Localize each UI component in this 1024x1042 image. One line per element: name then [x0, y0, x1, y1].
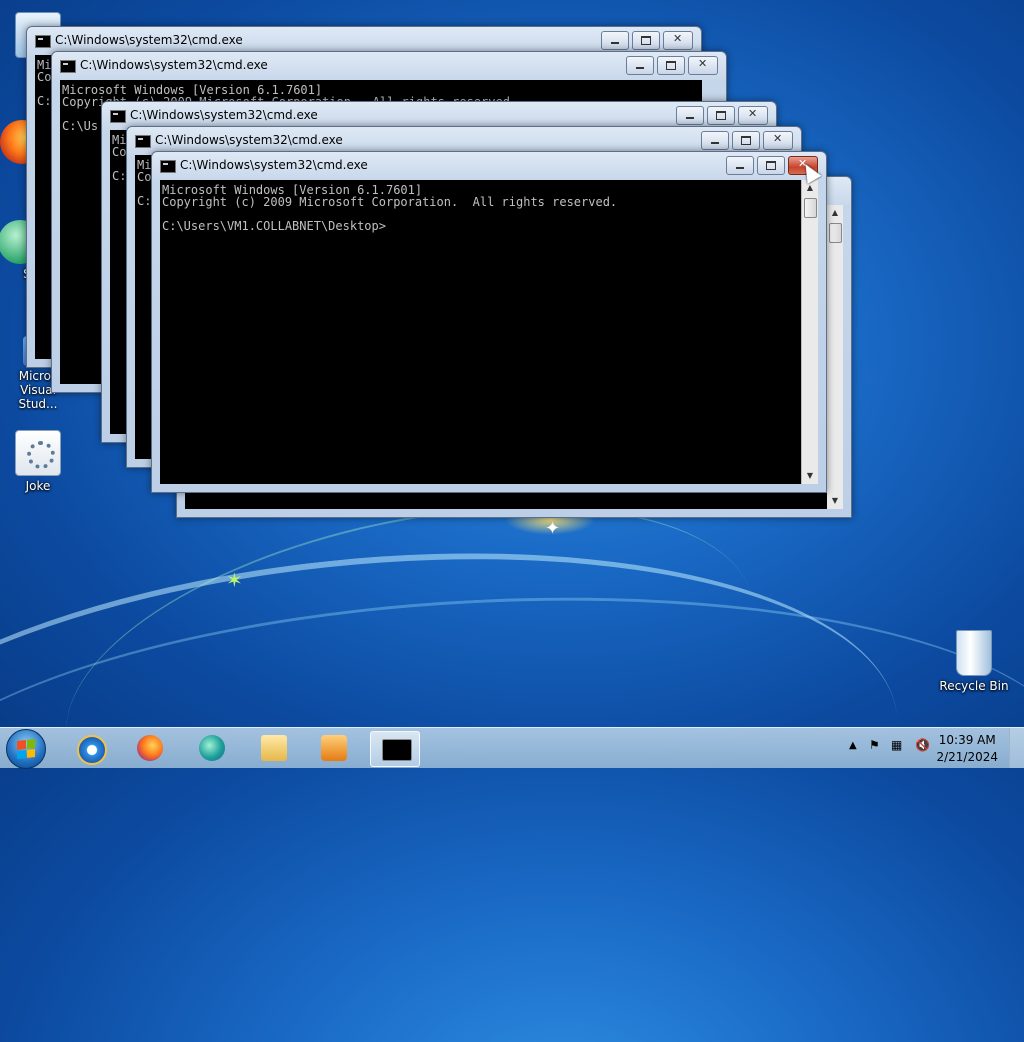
- recycle-bin-icon: [956, 630, 992, 676]
- wallpaper-swoosh: [0, 568, 1024, 1015]
- taskbar-internet-explorer[interactable]: [66, 731, 114, 765]
- taskbar-media-player[interactable]: [310, 731, 358, 765]
- cmd-icon: [135, 135, 151, 148]
- settings-file-icon: [15, 430, 61, 476]
- vertical-scrollbar[interactable]: ▲ ▼: [826, 205, 843, 509]
- window-title: C:\Windows\system32\cmd.exe: [55, 33, 243, 47]
- close-button[interactable]: [663, 31, 693, 50]
- maximize-button[interactable]: [657, 56, 685, 75]
- cmd-icon: [382, 739, 412, 761]
- taskbar-cmd[interactable]: [370, 731, 420, 767]
- scroll-thumb[interactable]: [804, 198, 817, 218]
- action-center-flag-icon[interactable]: ⚑: [869, 738, 880, 752]
- window-title: C:\Windows\system32\cmd.exe: [80, 58, 268, 72]
- window-title: C:\Windows\system32\cmd.exe: [155, 133, 343, 147]
- internet-explorer-icon: [77, 735, 107, 765]
- clock-date: 2/21/2024: [936, 750, 998, 764]
- minimize-button[interactable]: [726, 156, 754, 175]
- wallpaper-sparkle: ✶: [226, 568, 243, 592]
- minimize-button[interactable]: [626, 56, 654, 75]
- system-tray: ▲ ⚑ ▦ 🔇 10:39 AM 2/21/2024: [834, 728, 1024, 768]
- show-desktop-button[interactable]: [1009, 728, 1024, 768]
- maximize-button[interactable]: [632, 31, 660, 50]
- browser-icon: [199, 735, 225, 761]
- maximize-button[interactable]: [757, 156, 785, 175]
- volume-muted-icon[interactable]: 🔇: [915, 738, 930, 752]
- clock-time: 10:39 AM: [938, 733, 996, 747]
- close-button[interactable]: [738, 106, 768, 125]
- minimize-button[interactable]: [676, 106, 704, 125]
- maximize-button[interactable]: [732, 131, 760, 150]
- file-explorer-icon: [261, 735, 287, 761]
- desktop-icon-recycle-bin[interactable]: Recycle Bin: [938, 630, 1010, 693]
- scroll-up-arrow-icon[interactable]: ▲: [827, 205, 843, 221]
- window-title: C:\Windows\system32\cmd.exe: [130, 108, 318, 122]
- cmd-icon: [110, 110, 126, 123]
- taskbar-file-explorer[interactable]: [250, 731, 298, 765]
- network-icon[interactable]: ▦: [891, 738, 902, 752]
- scroll-down-arrow-icon[interactable]: ▼: [802, 468, 818, 484]
- console-output[interactable]: Microsoft Windows [Version 6.1.7601] Cop…: [160, 180, 802, 484]
- show-hidden-icons-arrow-icon[interactable]: ▲: [849, 740, 857, 751]
- firefox-icon: [137, 735, 163, 761]
- wallpaper-sparkle: ✦: [545, 518, 561, 539]
- cmd-icon: [60, 60, 76, 73]
- close-button[interactable]: [688, 56, 718, 75]
- media-player-icon: [321, 735, 347, 761]
- cmd-icon: [35, 35, 51, 48]
- vertical-scrollbar[interactable]: ▲ ▼: [801, 180, 818, 484]
- start-orb-icon[interactable]: [6, 729, 46, 769]
- wallpaper-swoosh: [0, 503, 920, 1042]
- desktop-icon-label: Recycle Bin: [939, 679, 1009, 693]
- minimize-button[interactable]: [601, 31, 629, 50]
- minimize-button[interactable]: [701, 131, 729, 150]
- cmd-icon: [160, 160, 176, 173]
- maximize-button[interactable]: [707, 106, 735, 125]
- cmd-window-active[interactable]: C:\Windows\system32\cmd.exe Microsoft Wi…: [151, 151, 827, 493]
- window-title: C:\Windows\system32\cmd.exe: [180, 158, 368, 172]
- scroll-thumb[interactable]: [829, 223, 842, 243]
- desktop-icon-joke[interactable]: Joke: [2, 430, 74, 493]
- title-bar[interactable]: C:\Windows\system32\cmd.exe: [52, 52, 726, 80]
- taskbar-browser[interactable]: [188, 731, 236, 765]
- close-button[interactable]: [763, 131, 793, 150]
- title-bar[interactable]: C:\Windows\system32\cmd.exe: [152, 152, 826, 180]
- clock[interactable]: 10:39 AM 2/21/2024: [936, 732, 998, 766]
- scroll-down-arrow-icon[interactable]: ▼: [827, 493, 843, 509]
- desktop-icon-label: Joke: [25, 479, 51, 493]
- taskbar-firefox[interactable]: [126, 731, 174, 765]
- taskbar: ▲ ⚑ ▦ 🔇 10:39 AM 2/21/2024: [0, 727, 1024, 769]
